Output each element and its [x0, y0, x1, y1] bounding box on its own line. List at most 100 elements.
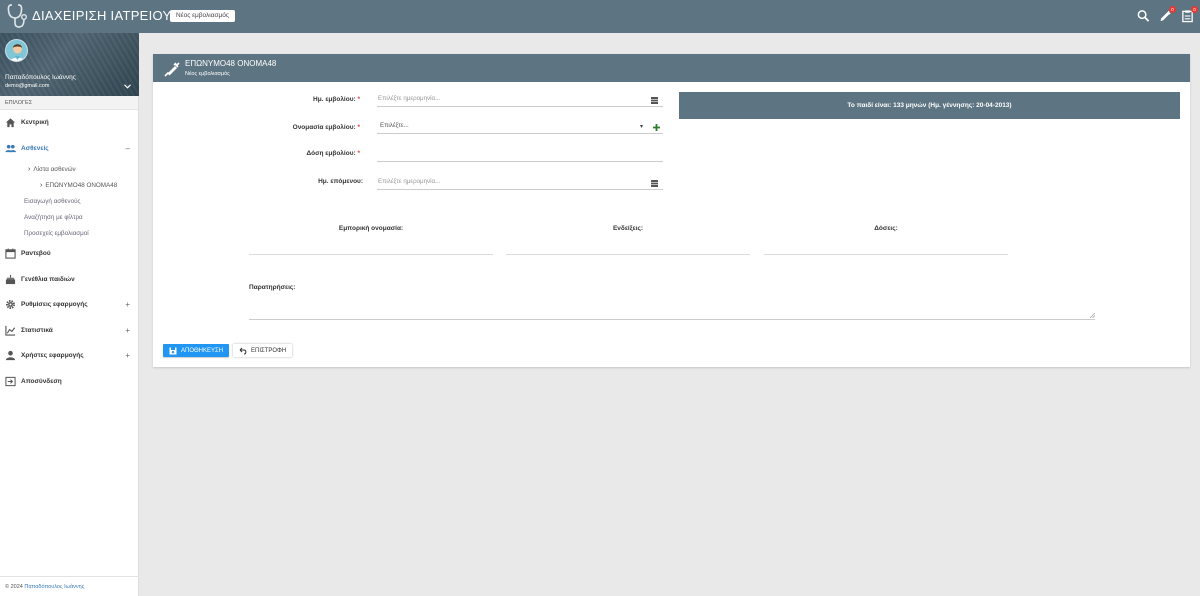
vaccine-dose-field[interactable]: [377, 148, 663, 162]
notification-badge: 0: [1169, 6, 1176, 13]
save-button-label: ΑΠΟΘΗΚΕΥΣΗ: [181, 347, 224, 354]
sidebar-item-appointments[interactable]: Ραντεβού: [0, 241, 138, 267]
calendar-icon[interactable]: [651, 180, 658, 187]
sidebar-subitem-label: Εισαγωγή ασθενούς: [24, 197, 81, 205]
profile-email: demo@gmail.com: [5, 83, 50, 89]
logout-icon: [5, 376, 16, 386]
chevron-down-icon[interactable]: [124, 84, 131, 89]
next-date-label: Ημ. επόμενου:: [243, 178, 363, 185]
app-title: ΔΙΑΧΕΙΡΙΣΗ ΙΑΤΡΕΙΟΥ: [32, 8, 172, 23]
add-vaccine-plus-icon[interactable]: [652, 123, 661, 132]
required-mark: *: [357, 150, 360, 157]
syringe-icon: [164, 62, 180, 77]
footer-author-link[interactable]: Παπαδόπουλος Ιωάννης: [24, 584, 84, 590]
avatar: [5, 39, 28, 62]
profile-name: Παπαδόπουλος Ιωάννης: [5, 74, 76, 81]
save-icon: [169, 347, 177, 354]
breadcrumb-new-vaccination[interactable]: Νέος εμβολιασμός: [170, 10, 235, 22]
search-icon[interactable]: [1137, 9, 1150, 23]
required-mark: *: [357, 124, 360, 131]
top-bar: ΔΙΑΧΕΙΡΙΣΗ ΙΑΤΡΕΙΟΥ Νέος εμβολιασμός 0 0: [0, 0, 1200, 33]
next-date-field[interactable]: Επιλέξτε ημερομηνία...: [377, 176, 663, 190]
back-button-label: ΕΠΙΣΤΡΟΦΗ: [251, 347, 287, 354]
notes-textarea[interactable]: [249, 308, 1095, 320]
copyright-text: © 2024: [5, 584, 23, 590]
field-label-text: Ημ. εμβολίου:: [313, 96, 356, 103]
doses-field[interactable]: [764, 254, 1008, 255]
sidebar-subitem-label: ΕΠΩΝΥΜΟ48 ΟΝΟΜΑ48: [45, 181, 118, 189]
sidebar-item-label: Κεντρική: [21, 119, 49, 127]
card-title: ΕΠΩΝΥΜΟ48 ΟΝΟΜΑ48: [185, 59, 277, 68]
vaccination-form-card: ΕΠΩΝΥΜΟ48 ΟΝΟΜΑ48 Νέος εμβολιασμός Ημ. ε…: [153, 54, 1190, 367]
notes-label: Παρατηρήσεις:: [249, 284, 296, 291]
calendar-icon: [5, 248, 16, 259]
sidebar-subitem-upcoming-vaccinations[interactable]: Προσεχείς εμβολιασμοί: [0, 225, 138, 241]
card-subtitle: Νέος εμβολιασμός: [185, 71, 230, 77]
vaccine-dose-label: Δόση εμβολίου: *: [240, 150, 360, 157]
home-icon: [5, 118, 16, 128]
card-header: ΕΠΩΝΥΜΟ48 ΟΝΟΜΑ48 Νέος εμβολιασμός: [153, 54, 1190, 82]
sidebar-subitem-current-patient[interactable]: › ΕΠΩΝΥΜΟ48 ΟΝΟΜΑ48: [0, 177, 138, 193]
vaccination-date-field[interactable]: Επιλέξτε ημερομηνία...: [377, 93, 663, 107]
sidebar-subitem-add-patient[interactable]: Εισαγωγή ασθενούς: [0, 193, 138, 209]
placeholder-text: Επιλέξτε ημερομηνία...: [378, 95, 441, 102]
calendar-icon[interactable]: [651, 97, 658, 104]
sidebar-item-logout[interactable]: Αποσύνδεση: [0, 369, 138, 395]
chart-icon: [5, 325, 16, 336]
sidebar-subitem-label: Αναζήτηση με φίλτρα: [24, 213, 83, 221]
trade-name-field[interactable]: [249, 254, 493, 255]
inbox-badge: 0: [1191, 6, 1198, 13]
sidebar-item-label: Αποσύνδεση: [21, 377, 62, 385]
sidebar-subitem-label: Λίστα ασθενών: [33, 165, 76, 173]
sidebar: Παπαδόπουλος Ιωάννης demo@gmail.com ΕΠΙΛ…: [0, 33, 139, 596]
required-mark: *: [357, 96, 360, 103]
caret-down-icon: ▾: [639, 124, 643, 130]
child-age-info: Το παιδί είναι: 133 μηνών (Ημ. γέννησης:…: [679, 92, 1180, 119]
expand-toggle[interactable]: +: [125, 352, 130, 360]
field-label-text: Ονομασία εμβολίου:: [292, 124, 356, 131]
sidebar-item-label: Ασθενείς: [21, 144, 49, 152]
vaccine-notifications-button[interactable]: 0: [1159, 6, 1176, 23]
sidebar-item-users[interactable]: Χρήστες εφαρμογής +: [0, 343, 138, 369]
chevron-right-icon: ›: [28, 165, 31, 173]
sidebar-item-birthdays[interactable]: Γενέθλια παιδιών: [0, 267, 138, 293]
expand-toggle[interactable]: +: [125, 326, 130, 335]
expand-toggle[interactable]: +: [125, 301, 130, 309]
field-label-text: Δόση εμβολίου:: [306, 150, 356, 157]
sidebar-item-patients[interactable]: Ασθενείς –: [0, 136, 138, 162]
field-label-text: Ημ. επόμενου:: [318, 178, 363, 185]
vaccine-name-select[interactable]: Επιλέξτε... ▾: [377, 120, 663, 134]
inbox-button[interactable]: 0: [1181, 6, 1198, 23]
placeholder-text: Επιλέξτε ημερομηνία...: [378, 178, 441, 185]
profile-panel: Παπαδόπουλος Ιωάννης demo@gmail.com: [0, 33, 139, 96]
sidebar-footer: © 2024 Παπαδόπουλος Ιωάννης: [0, 576, 139, 596]
sidebar-subitem-filter-search[interactable]: Αναζήτηση με φίλτρα: [0, 209, 138, 225]
sidebar-item-label: Στατιστικά: [21, 326, 53, 334]
save-button[interactable]: ΑΠΟΘΗΚΕΥΣΗ: [163, 344, 230, 357]
doses-header: Δόσεις:: [874, 225, 898, 232]
chevron-right-icon: ›: [40, 181, 43, 189]
stethoscope-logo-icon: [7, 4, 27, 28]
trade-name-header: Εμπορική ονομασία:: [338, 225, 404, 232]
select-value: Επιλέξτε...: [380, 122, 409, 129]
undo-icon: [239, 347, 247, 354]
user-icon: [5, 351, 16, 361]
sidebar-item-home[interactable]: Κεντρική: [0, 110, 138, 136]
sidebar-item-settings[interactable]: Ρυθμίσεις εφαρμογής +: [0, 292, 138, 318]
vaccine-name-label: Ονομασία εμβολίου: *: [240, 124, 360, 131]
vaccination-date-label: Ημ. εμβολίου: *: [240, 96, 360, 103]
indications-header: Ενδείξεις:: [612, 225, 644, 232]
gear-icon: [6, 300, 15, 310]
sidebar-item-label: Χρήστες εφαρμογής: [21, 352, 84, 360]
sidebar-subitem-patient-list[interactable]: › Λίστα ασθενών: [0, 161, 138, 177]
resize-handle-icon[interactable]: [1090, 313, 1095, 318]
sidebar-item-statistics[interactable]: Στατιστικά +: [0, 318, 138, 344]
indications-field[interactable]: [506, 254, 750, 255]
back-button[interactable]: ΕΠΙΣΤΡΟΦΗ: [233, 344, 293, 357]
collapse-toggle[interactable]: –: [126, 144, 130, 153]
sidebar-item-label: Ρυθμίσεις εφαρμογής: [21, 301, 88, 309]
sidebar-subitem-label: Προσεχείς εμβολιασμοί: [24, 229, 89, 237]
cake-icon: [5, 274, 16, 284]
people-icon: [5, 144, 16, 152]
section-label: ΕΠΙΛΟΓΕΣ: [0, 96, 138, 110]
